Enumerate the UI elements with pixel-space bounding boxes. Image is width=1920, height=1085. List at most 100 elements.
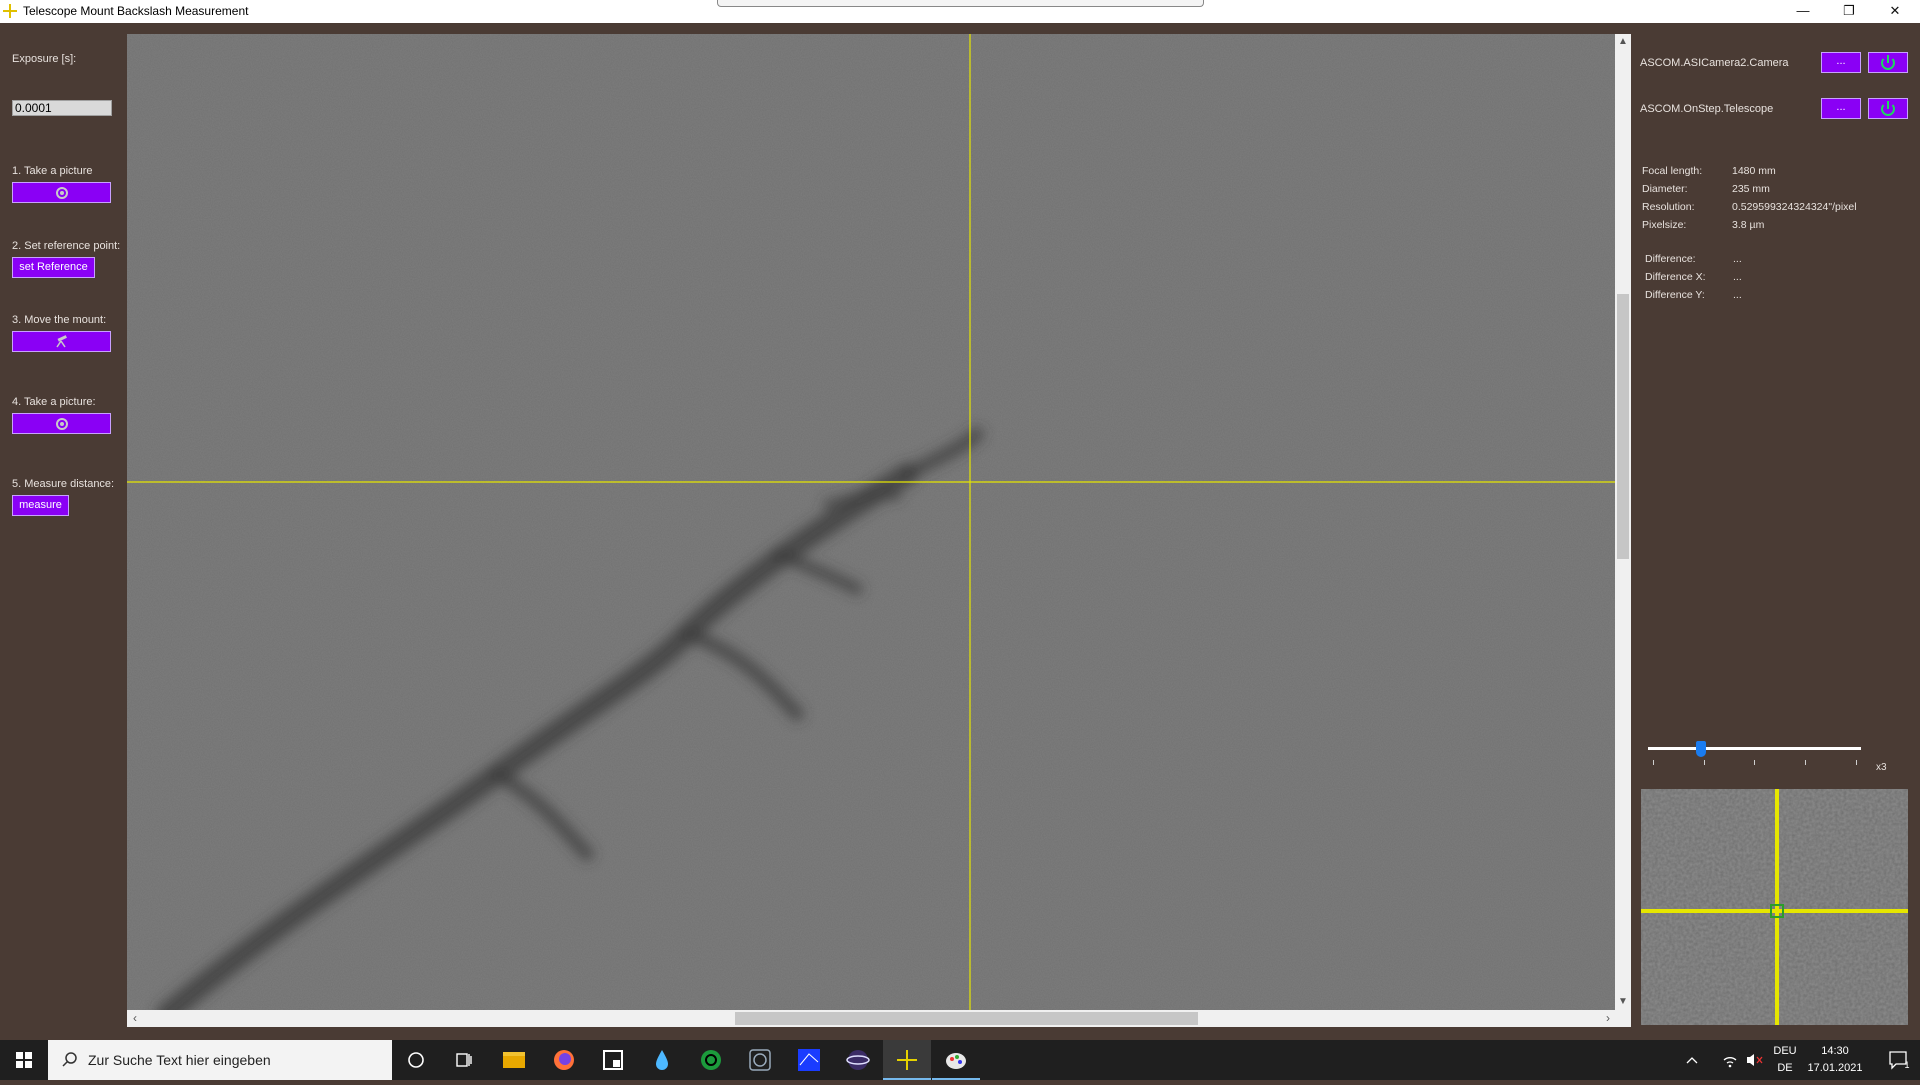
minimize-button[interactable]: —	[1780, 0, 1826, 23]
focal-length-label: Focal length:	[1642, 165, 1703, 177]
step-4-label: 4. Take a picture:	[12, 396, 96, 408]
diameter-label: Diameter:	[1642, 183, 1688, 195]
start-button[interactable]	[0, 1040, 48, 1080]
camera-image-view[interactable]	[127, 34, 1615, 1010]
title-bar: Telescope Mount Backslash Measurement — …	[0, 0, 1920, 23]
scroll-up-icon[interactable]: ▲	[1615, 34, 1631, 50]
zoom-slider-tick	[1805, 760, 1806, 765]
exposure-label: Exposure [s]:	[12, 53, 77, 65]
zoom-slider-tick	[1754, 760, 1755, 765]
zoom-slider-thumb[interactable]	[1696, 741, 1707, 757]
taskbar: Zur Suche Text hier eingeben DEU DE 14:3…	[0, 1040, 1920, 1080]
language-indicator-bottom[interactable]: DE	[1770, 1062, 1800, 1074]
drop-app-button[interactable]	[638, 1040, 686, 1080]
measure-button[interactable]: measure	[12, 495, 69, 516]
notification-icon	[1889, 1051, 1907, 1070]
right-panel: ASCOM.ASICamera2.Camera ... ASCOM.OnStep…	[1632, 23, 1920, 1037]
difference-x-label: Difference X:	[1645, 271, 1706, 283]
palette-icon	[946, 1053, 966, 1069]
aperture-icon	[749, 1049, 771, 1071]
camera-device-name: ASCOM.ASICamera2.Camera	[1640, 57, 1789, 69]
clock-date[interactable]: 17.01.2021	[1800, 1062, 1870, 1074]
step-1-label: 1. Take a picture	[12, 165, 93, 177]
planetarium-app-button[interactable]	[785, 1040, 833, 1080]
zoom-level-label: x3	[1876, 762, 1887, 773]
left-panel: Exposure [s]: 1. Take a picture 2. Set r…	[0, 23, 127, 1037]
difference-y-value: ...	[1733, 289, 1742, 301]
crosshair-icon	[897, 1050, 917, 1070]
resolution-label: Resolution:	[1642, 201, 1695, 213]
vertical-scrollbar[interactable]: ▲ ▼	[1615, 34, 1631, 1010]
space-app-button[interactable]	[834, 1040, 882, 1080]
chevron-up-icon	[1686, 1057, 1698, 1064]
cortana-icon	[408, 1052, 424, 1068]
step-3-label: 3. Move the mount:	[12, 314, 107, 326]
difference-x-value: ...	[1733, 271, 1742, 283]
zoom-slider-tick	[1653, 760, 1654, 765]
folder-icon	[503, 1052, 525, 1068]
refresh-icon	[55, 187, 68, 199]
scroll-left-icon[interactable]: ‹	[127, 1010, 143, 1027]
set-reference-button[interactable]: set Reference	[12, 257, 95, 278]
zoom-slider-track[interactable]	[1648, 747, 1861, 750]
power-icon	[1881, 55, 1895, 70]
wifi-icon	[1723, 1057, 1737, 1068]
focal-length-value: 1480 mm	[1732, 165, 1776, 177]
step-5-label: 5. Measure distance:	[12, 478, 115, 490]
take-picture-button-2[interactable]	[12, 413, 111, 434]
galaxy-icon	[846, 1050, 870, 1070]
pixelsize-value: 3.8 µm	[1732, 219, 1765, 231]
camera-app-button[interactable]	[736, 1040, 784, 1080]
notification-count: 1	[1904, 1060, 1910, 1070]
tablet-icon	[603, 1050, 623, 1070]
windows-icon	[16, 1052, 32, 1068]
camera-connect-button[interactable]	[1868, 52, 1908, 73]
language-indicator-top[interactable]: DEU	[1770, 1045, 1800, 1057]
zoom-slider-tick	[1856, 760, 1857, 765]
move-mount-button[interactable]	[12, 331, 111, 352]
telescope-icon	[55, 335, 67, 348]
crosshair-app-button[interactable]	[883, 1040, 931, 1080]
drop-icon	[656, 1050, 668, 1070]
diameter-value: 235 mm	[1732, 183, 1770, 195]
speaker-muted-icon	[1747, 1054, 1763, 1066]
horizontal-scroll-thumb[interactable]	[735, 1012, 1198, 1025]
notification-center-button[interactable]: 1	[1878, 1040, 1918, 1080]
resolution-value: 0.529599324324324"/pixel	[1732, 201, 1857, 213]
green-app-button[interactable]	[687, 1040, 735, 1080]
pixelsize-label: Pixelsize:	[1642, 219, 1687, 231]
cortana-button[interactable]	[392, 1040, 440, 1080]
vertical-scroll-thumb[interactable]	[1617, 294, 1629, 559]
search-icon	[62, 1052, 77, 1067]
refresh-icon	[55, 418, 68, 430]
network-button[interactable]	[1718, 1040, 1742, 1080]
scroll-right-icon[interactable]: ›	[1600, 1010, 1616, 1027]
zoom-slider-tick	[1704, 760, 1705, 765]
paint-app-button[interactable]	[932, 1040, 980, 1080]
telescope-choose-button[interactable]: ...	[1821, 98, 1861, 119]
telescope-connect-button[interactable]	[1868, 98, 1908, 119]
firefox-icon	[554, 1050, 574, 1070]
task-view-button[interactable]	[440, 1040, 488, 1080]
firefox-button[interactable]	[540, 1040, 588, 1080]
take-picture-button-1[interactable]	[12, 182, 111, 203]
tray-expand-button[interactable]	[1680, 1040, 1704, 1080]
volume-button[interactable]	[1742, 1040, 1766, 1080]
camera-image	[127, 34, 1615, 1010]
scroll-down-icon[interactable]: ▼	[1615, 994, 1631, 1010]
exposure-input[interactable]	[12, 100, 112, 116]
power-icon	[1881, 101, 1895, 116]
zoom-preview-image	[1641, 789, 1908, 1025]
tablet-app-button[interactable]	[589, 1040, 637, 1080]
restore-button[interactable]: ❐	[1826, 0, 1872, 23]
horizontal-scrollbar[interactable]: ‹ ›	[127, 1010, 1631, 1027]
difference-label: Difference:	[1645, 253, 1696, 265]
difference-y-label: Difference Y:	[1645, 289, 1705, 301]
target-icon	[701, 1050, 721, 1070]
camera-choose-button[interactable]: ...	[1821, 52, 1861, 73]
taskbar-search[interactable]: Zur Suche Text hier eingeben	[48, 1040, 392, 1080]
search-placeholder: Zur Suche Text hier eingeben	[88, 1052, 271, 1068]
file-explorer-button[interactable]	[490, 1040, 538, 1080]
clock-time[interactable]: 14:30	[1805, 1045, 1865, 1057]
close-button[interactable]: ✕	[1872, 0, 1918, 23]
